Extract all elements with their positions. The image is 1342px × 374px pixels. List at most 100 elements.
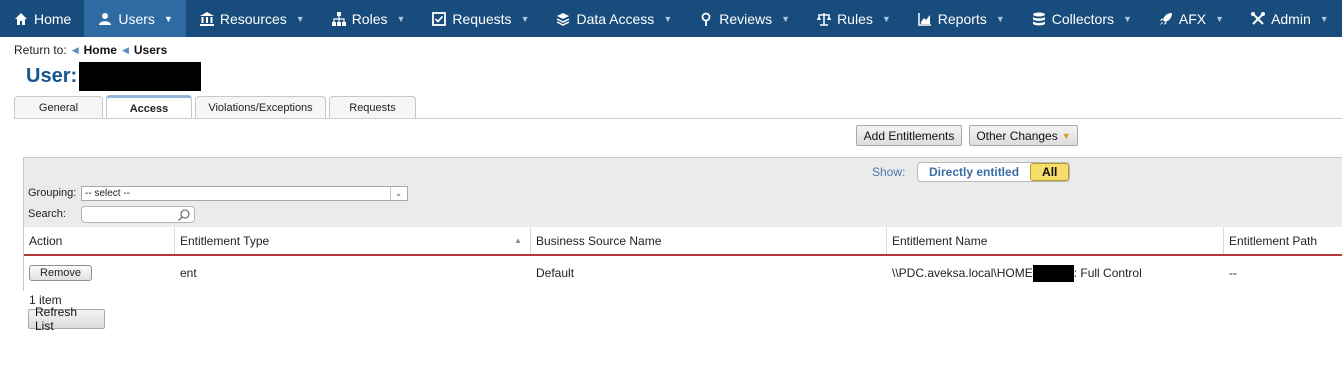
column-header-action[interactable]: Action [24, 227, 175, 254]
column-label: Entitlement Path [1229, 233, 1318, 248]
tab-access[interactable]: Access [106, 95, 192, 119]
cell-business-source-name: Default [536, 266, 575, 280]
entitlement-name-suffix: : Full Control [1073, 266, 1142, 280]
column-label: Business Source Name [536, 233, 662, 248]
chevron-down-icon: ▼ [1215, 13, 1225, 24]
breadcrumb-users[interactable]: Users [134, 43, 167, 57]
chevron-down-icon: ▼ [295, 13, 305, 24]
nav-reports[interactable]: Reports ▼ [904, 0, 1018, 37]
chevron-down-icon: ▼ [881, 13, 891, 24]
column-label: Action [29, 233, 63, 248]
nav-afx[interactable]: AFX ▼ [1145, 0, 1237, 37]
column-label: Entitlement Type [180, 233, 270, 248]
table-row: Remove ent Default \\PDC.aveksa.local\HO… [24, 256, 1342, 290]
cell-action: Remove [24, 256, 175, 290]
nav-admin[interactable]: Admin ▼ [1237, 0, 1342, 37]
nav-label: Requests [452, 10, 512, 27]
nav-roles[interactable]: Roles ▼ [318, 0, 419, 37]
scale-icon [817, 12, 832, 26]
bank-icon [199, 11, 214, 26]
nav-label: Users [118, 10, 155, 27]
chevron-down-icon: ▼ [1122, 13, 1132, 24]
nav-label: Collectors [1051, 10, 1114, 27]
nav-label: Reports [937, 10, 987, 27]
triangle-left-icon: ◀ [121, 44, 129, 55]
tab-violations-exceptions[interactable]: Violations/Exceptions [195, 96, 326, 119]
grouping-select[interactable]: -- select -- ⌄ [81, 186, 408, 201]
chevron-down-icon: ▼ [1319, 13, 1329, 24]
tab-strip: General Access Violations/Exceptions Req… [14, 95, 416, 119]
breadcrumb-prefix: Return to: [14, 43, 67, 57]
cell-entitlement-name: \\PDC.aveksa.local\HOME : Full Control [887, 256, 1224, 290]
column-header-entitlement-name[interactable]: Entitlement Name [887, 227, 1224, 254]
remove-button[interactable]: Remove [29, 265, 92, 281]
database-icon [1032, 12, 1045, 25]
refresh-list-button[interactable]: Refresh List [28, 305, 105, 333]
button-label: Remove [40, 267, 81, 279]
cell-entitlement-path: -- [1229, 266, 1237, 280]
button-label: Refresh List [35, 305, 78, 333]
other-changes-button[interactable]: Other Changes ▼ [969, 125, 1078, 146]
entitlements-table: Action Entitlement Type ▲ Business Sourc… [24, 227, 1342, 291]
sort-ascending-icon: ▲ [514, 236, 522, 245]
show-directly-entitled-option[interactable]: Directly entitled [918, 163, 1030, 181]
nav-data-access[interactable]: Data Access ▼ [542, 0, 685, 37]
triangle-left-icon: ◀ [71, 44, 79, 55]
layers-icon [557, 12, 570, 26]
nav-label: Resources [219, 10, 287, 27]
nav-requests[interactable]: Requests ▼ [418, 0, 542, 37]
button-label: Other Changes [976, 128, 1058, 143]
tab-divider [14, 118, 1342, 119]
tab-requests[interactable]: Requests [329, 96, 416, 119]
entitlements-grid: Show: Directly entitled All Grouping: --… [23, 157, 1342, 291]
nav-label: Rules [837, 10, 873, 27]
nav-label: AFX [1178, 10, 1207, 27]
sitemap-icon [331, 11, 346, 26]
grouping-label: Grouping: [28, 187, 77, 199]
redacted-username [79, 62, 202, 91]
chevron-down-icon: ▼ [163, 13, 173, 24]
tab-label: Access [129, 102, 169, 115]
nav-resources[interactable]: Resources ▼ [186, 0, 318, 37]
nav-label: Home [34, 10, 72, 27]
chevron-down-icon: ▼ [781, 13, 791, 24]
column-header-entitlement-path[interactable]: Entitlement Path [1224, 227, 1342, 254]
column-header-entitlement-type[interactable]: Entitlement Type ▲ [175, 227, 531, 254]
chevron-down-icon: ⌄ [390, 187, 406, 200]
user-icon [99, 12, 112, 25]
entitlement-name-prefix: \\PDC.aveksa.local\HOME [892, 266, 1033, 280]
grouping-value: -- select -- [85, 188, 130, 199]
checkbox-icon [432, 11, 447, 26]
breadcrumb: Return to: ◀ Home ◀ Users [14, 42, 167, 58]
pin-icon [701, 12, 711, 26]
nav-home[interactable]: Home [0, 0, 84, 37]
show-filter-toggle: Directly entitled All [917, 162, 1071, 182]
nav-rules[interactable]: Rules ▼ [803, 0, 904, 37]
nav-label: Reviews [719, 10, 773, 27]
tab-general[interactable]: General [14, 96, 103, 119]
show-all-option[interactable]: All [1030, 163, 1070, 181]
search-input[interactable] [81, 206, 195, 223]
redacted-text [1032, 264, 1074, 282]
top-nav: Home Users ▼ Resources ▼ Roles ▼ Request… [0, 0, 1342, 37]
column-header-business-source-name[interactable]: Business Source Name [531, 227, 887, 254]
show-label: Show: [872, 165, 906, 179]
button-label: Add Entitlements [863, 128, 955, 143]
wrench-icon [1251, 11, 1266, 25]
chevron-down-icon: ▼ [520, 13, 530, 24]
breadcrumb-home[interactable]: Home [84, 43, 117, 57]
page-title: User: [26, 62, 202, 91]
nav-collectors[interactable]: Collectors ▼ [1018, 0, 1145, 37]
search-icon[interactable] [177, 208, 191, 222]
dropdown-arrow-icon: ▼ [1061, 130, 1071, 141]
tab-label: General [38, 102, 79, 114]
table-header: Action Entitlement Type ▲ Business Sourc… [24, 227, 1342, 256]
rocket-icon [1159, 12, 1172, 25]
nav-label: Roles [351, 10, 388, 27]
add-entitlements-button[interactable]: Add Entitlements [856, 125, 962, 146]
nav-reviews[interactable]: Reviews ▼ [685, 0, 803, 37]
tab-label: Requests [349, 102, 396, 114]
nav-label: Admin [1271, 10, 1311, 27]
nav-users[interactable]: Users ▼ [84, 0, 186, 37]
column-label: Entitlement Name [892, 233, 988, 248]
